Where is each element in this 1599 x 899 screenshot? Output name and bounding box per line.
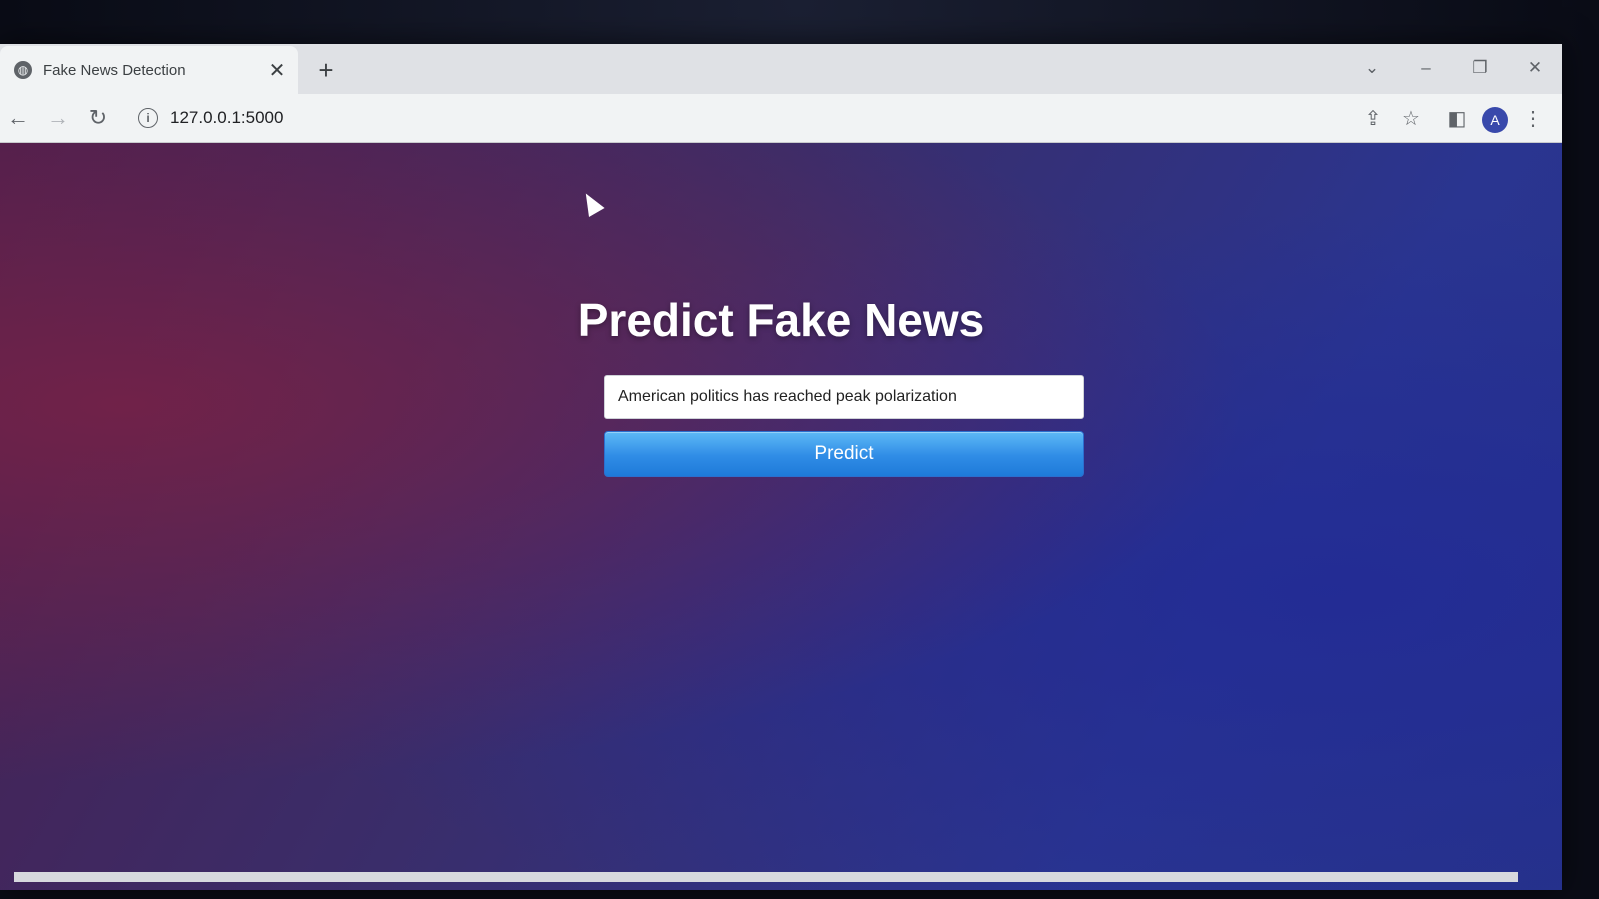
browser-menu-icon[interactable]: ⋮ [1518,104,1548,134]
tab-search-icon[interactable]: ⌄ [1352,52,1392,84]
new-tab-button[interactable]: + [312,56,340,84]
close-tab-icon[interactable]: ✕ [266,59,288,82]
browser-toolbar: ← → ↻ i 127.0.0.1:5000 ⇪ ☆ ◧ A ⋮ [0,94,1562,143]
minimize-button[interactable]: – [1406,52,1446,84]
globe-icon: ◍ [14,61,32,79]
tab-strip: ◍ Fake News Detection ✕ + ⌄ – ❐ ✕ [0,44,1562,94]
predict-button[interactable]: Predict [604,431,1084,477]
reload-icon[interactable]: ↻ [82,102,114,134]
bookmark-star-icon[interactable]: ☆ [1396,104,1426,134]
tab-fake-news-detection[interactable]: ◍ Fake News Detection ✕ [0,46,298,94]
share-icon[interactable]: ⇪ [1358,104,1388,134]
tab-title: Fake News Detection [43,61,186,79]
page-title: Predict Fake News [577,294,985,346]
close-window-button[interactable]: ✕ [1515,52,1555,84]
news-text-input[interactable] [604,375,1084,419]
mouse-pointer-icon [578,189,605,218]
taskbar-edge [14,872,1518,882]
side-panel-icon[interactable]: ◧ [1442,104,1472,134]
profile-avatar[interactable]: A [1482,107,1508,133]
browser-window: ◍ Fake News Detection ✕ + ⌄ – ❐ ✕ ← → ↻ … [0,44,1562,890]
site-info-icon[interactable]: i [138,108,158,128]
restore-button[interactable]: ❐ [1460,52,1500,84]
address-bar[interactable]: i 127.0.0.1:5000 [128,100,1348,136]
forward-icon[interactable]: → [42,102,74,134]
url-text[interactable]: 127.0.0.1:5000 [170,108,283,128]
page-content: Predict Fake News Predict [0,143,1562,890]
back-icon[interactable]: ← [2,102,34,134]
